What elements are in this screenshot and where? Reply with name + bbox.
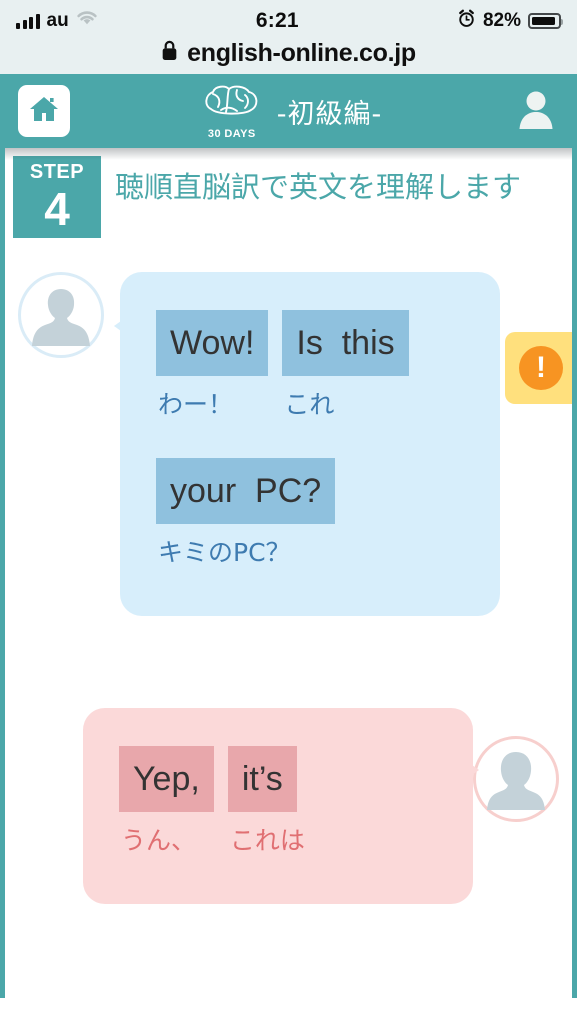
- battery-percent-label: 82%: [482, 10, 521, 31]
- chat-bubble: Wow! わー！ Is this これ your PC? キミのPC？: [114, 272, 500, 616]
- japanese-gloss: キミのPC？: [158, 538, 291, 567]
- carrier-label: au: [46, 10, 69, 31]
- home-button[interactable]: [18, 85, 70, 137]
- segment: your PC? キミのPC？: [156, 458, 336, 570]
- segment: Is this これ: [282, 310, 409, 422]
- account-button[interactable]: [513, 88, 559, 134]
- segment-line: Yep, うん、 it’s これは: [119, 746, 439, 864]
- url-text: english-online.co.jp: [187, 38, 416, 67]
- segment-line: your PC? キミのPC？: [156, 458, 466, 576]
- brand-subtitle: 30 DAYS: [207, 128, 256, 140]
- alarm-clock-icon: [457, 9, 476, 34]
- browser-chrome: au 6:21 82% english-online.co.jp: [0, 0, 577, 74]
- clock-label: 6:21: [255, 9, 299, 32]
- user-avatar-icon: [516, 88, 556, 135]
- segment-line: Wow! わー！ Is this これ: [156, 310, 466, 428]
- person-silhouette-icon: [484, 744, 548, 815]
- english-chip[interactable]: Is this: [282, 310, 409, 376]
- chat-bubble: Yep, うん、 it’s これは: [83, 708, 479, 904]
- lock-icon: [161, 39, 178, 68]
- home-icon: [28, 94, 60, 129]
- exclamation-icon: !: [519, 346, 563, 390]
- signal-bars-icon: [16, 13, 40, 29]
- english-chip[interactable]: your PC?: [156, 458, 336, 524]
- status-left: au: [16, 10, 98, 32]
- brand-logo: 30 DAYS: [201, 82, 263, 140]
- person-silhouette-icon: [29, 280, 93, 351]
- brain-icon: [201, 82, 263, 127]
- left-edge-accent: [0, 148, 5, 998]
- chat-row-right: Yep, うん、 it’s これは: [0, 708, 577, 904]
- english-chip[interactable]: it’s: [227, 746, 297, 812]
- page-title: -初級編-: [276, 98, 383, 130]
- url-bar[interactable]: english-online.co.jp: [0, 36, 577, 74]
- page-body: STEP 4 聴順直脳訳で英文を理解します ! Wow! わー！ Is this…: [0, 148, 577, 998]
- japanese-gloss: これ: [284, 390, 335, 419]
- segment: Wow! わー！: [156, 310, 269, 422]
- app-header: 30 DAYS -初級編-: [0, 74, 577, 148]
- chat-row-left: Wow! わー！ Is this これ your PC? キミのPC？: [0, 272, 577, 616]
- battery-icon: [528, 13, 563, 29]
- segment: Yep, うん、: [119, 746, 214, 858]
- step-label: STEP: [29, 161, 85, 183]
- english-chip[interactable]: Yep,: [119, 746, 214, 812]
- avatar: [18, 272, 104, 358]
- japanese-gloss: わー！: [158, 390, 234, 419]
- wifi-icon: [76, 10, 98, 32]
- segment: it’s これは: [227, 746, 305, 858]
- chat-list: Wow! わー！ Is this これ your PC? キミのPC？ Yep,…: [0, 210, 577, 904]
- english-chip[interactable]: Wow!: [156, 310, 269, 376]
- right-edge-accent: [572, 148, 577, 998]
- exclamation-glyph: !: [536, 351, 546, 384]
- japanese-gloss: これは: [229, 826, 305, 855]
- status-bar: au 6:21 82%: [0, 6, 577, 36]
- warning-badge[interactable]: !: [505, 332, 577, 404]
- brand-area: 30 DAYS -初級編-: [70, 82, 513, 140]
- japanese-gloss: うん、: [121, 826, 197, 855]
- header-shadow: [5, 148, 572, 160]
- status-right: 82%: [457, 9, 563, 34]
- app-root: au 6:21 82% english-online.co.jp 30 DAYS…: [0, 0, 577, 1024]
